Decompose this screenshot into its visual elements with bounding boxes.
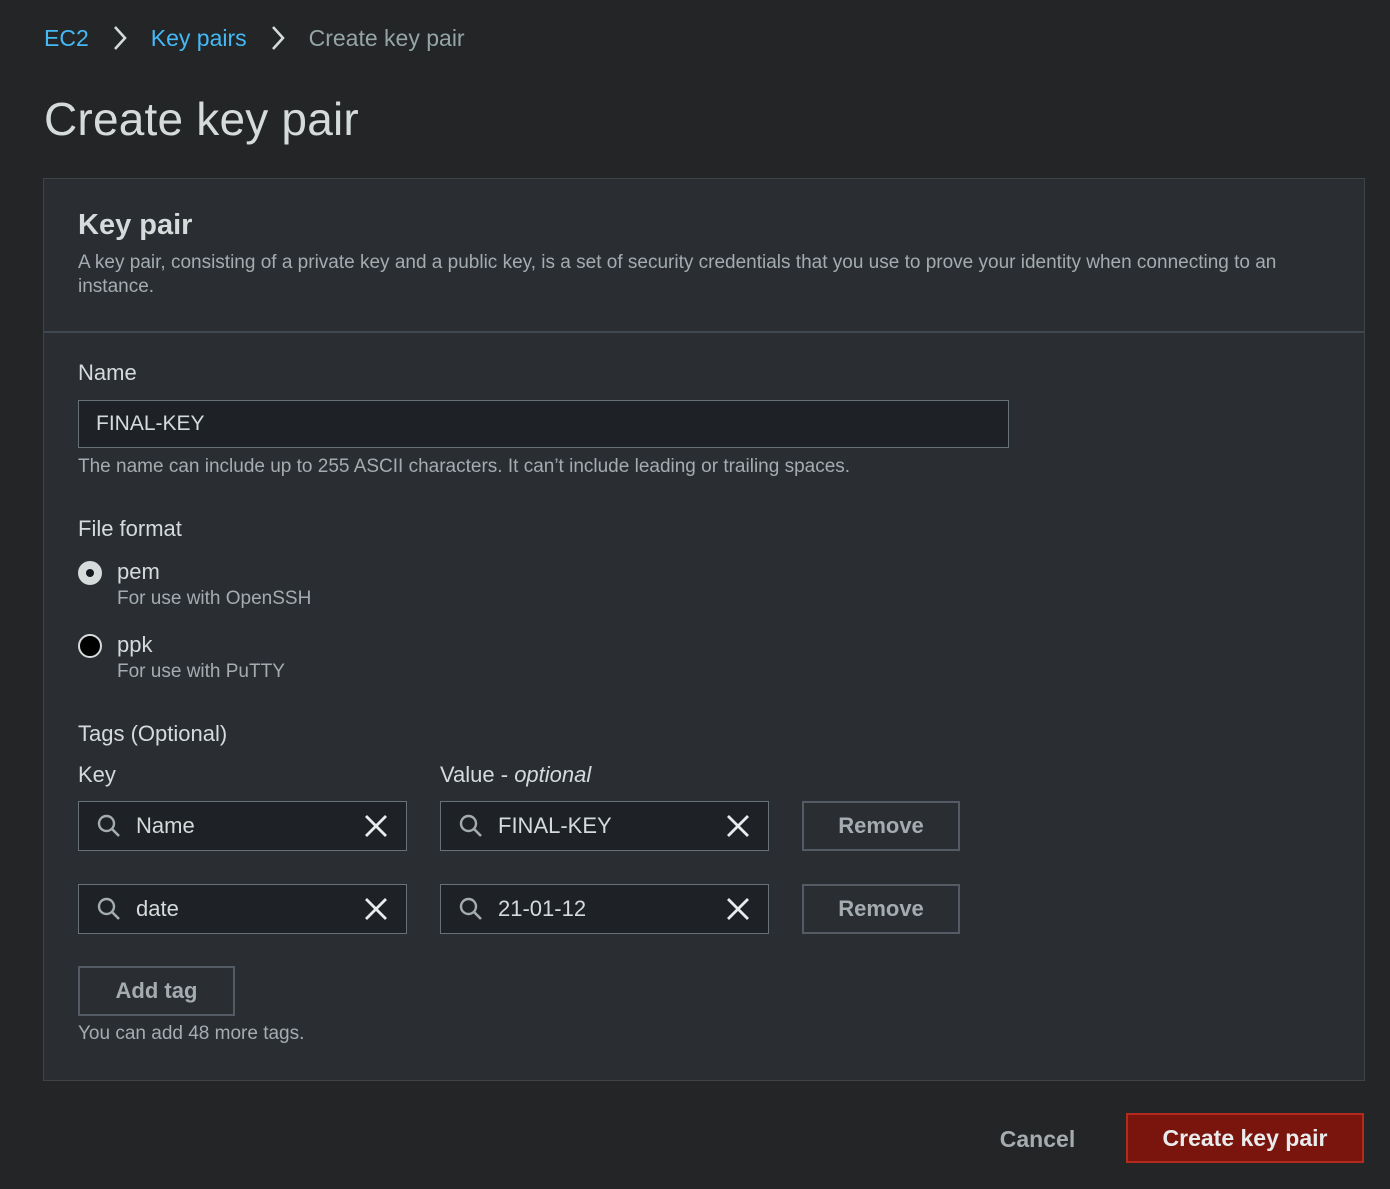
tag-value-input[interactable]: 21-01-12 <box>440 884 769 934</box>
close-icon[interactable] <box>723 894 753 924</box>
tag-value-header-optional: optional <box>514 762 592 787</box>
add-tag-button[interactable]: Add tag <box>78 966 235 1016</box>
panel-description: A key pair, consisting of a private key … <box>78 252 1277 297</box>
chevron-right-icon <box>89 22 151 54</box>
close-icon[interactable] <box>723 811 753 841</box>
close-icon[interactable] <box>361 894 391 924</box>
radio-ppk[interactable] <box>78 634 102 658</box>
tag-value-value: 21-01-12 <box>498 896 587 921</box>
breadcrumb-ec2-link[interactable]: EC2 <box>44 25 89 52</box>
tag-value-value: FINAL-KEY <box>498 813 612 838</box>
close-icon[interactable] <box>361 811 391 841</box>
radio-ppk-description: For use with PuTTY <box>117 661 285 682</box>
search-icon <box>94 894 124 924</box>
breadcrumb-key-pairs-link[interactable]: Key pairs <box>151 25 247 52</box>
file-format-label: File format <box>78 516 182 541</box>
radio-pem-label: pem <box>117 559 160 584</box>
breadcrumb: EC2 Key pairs Create key pair <box>44 22 465 54</box>
key-pair-panel: Key pair A key pair, consisting of a pri… <box>43 178 1365 1081</box>
radio-pem-description: For use with OpenSSH <box>117 588 312 609</box>
tag-key-input[interactable]: date <box>78 884 407 934</box>
panel-title: Key pair <box>78 209 193 241</box>
tag-value-header-text: Value - <box>440 762 515 787</box>
cancel-button[interactable]: Cancel <box>985 1115 1090 1163</box>
radio-ppk-label: ppk <box>117 632 153 657</box>
name-label: Name <box>78 360 137 385</box>
tags-label: Tags (Optional) <box>78 721 228 746</box>
chevron-right-icon <box>247 22 309 54</box>
panel-header: Key pair A key pair, consisting of a pri… <box>44 179 1364 333</box>
radio-option-pem[interactable]: pem For use with OpenSSH <box>78 558 311 612</box>
create-key-pair-button[interactable]: Create key pair <box>1126 1113 1364 1163</box>
search-icon <box>456 811 486 841</box>
tag-key-value: date <box>136 896 179 921</box>
remove-tag-button[interactable]: Remove <box>802 884 960 934</box>
name-input[interactable]: FINAL-KEY <box>78 400 1009 448</box>
search-icon <box>94 811 124 841</box>
tag-value-input[interactable]: FINAL-KEY <box>440 801 769 851</box>
page-title: Create key pair <box>44 93 359 145</box>
search-icon <box>456 894 486 924</box>
name-hint: The name can include up to 255 ASCII cha… <box>78 456 851 477</box>
tag-key-input[interactable]: Name <box>78 801 407 851</box>
tag-key-header: Key <box>78 762 116 787</box>
remove-tag-button[interactable]: Remove <box>802 801 960 851</box>
tag-value-header: Value - optional <box>440 762 591 788</box>
tags-remaining-hint: You can add 48 more tags. <box>78 1023 305 1044</box>
breadcrumb-current: Create key pair <box>308 24 465 51</box>
radio-pem[interactable] <box>78 561 102 585</box>
radio-option-ppk[interactable]: ppk For use with PuTTY <box>78 631 285 685</box>
tag-key-value: Name <box>136 813 195 838</box>
